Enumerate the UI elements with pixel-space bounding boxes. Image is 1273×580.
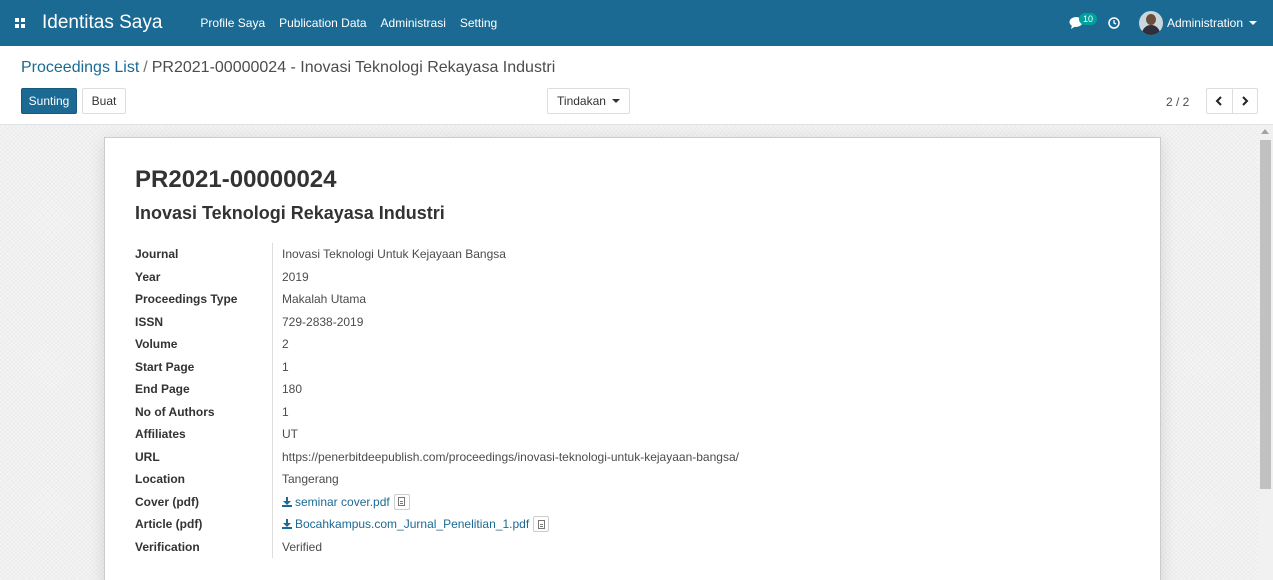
field-label: ISSN — [135, 314, 164, 329]
field-row-article-pdf: Article (pdf) Bocahkampus.com_Jurnal_Pen… — [135, 513, 1035, 536]
field-label: Location — [135, 472, 185, 487]
field-label: No of Authors — [135, 404, 215, 419]
avatar — [1138, 11, 1163, 35]
menu-setting[interactable]: Setting — [460, 16, 497, 30]
top-navbar: Identitas Saya Profile Saya Publication … — [0, 0, 1273, 46]
field-row-journal: Journal Inovasi Teknologi Untuk Kejayaan… — [135, 243, 1035, 266]
field-label: Year — [135, 269, 161, 284]
file-preview-icon[interactable] — [393, 493, 410, 510]
field-row-volume: Volume 2 — [135, 333, 1035, 356]
field-label: Cover (pdf) — [135, 494, 199, 509]
chevron-down-icon — [611, 99, 620, 103]
field-label: Volume — [135, 337, 178, 352]
menu-publication-data[interactable]: Publication Data — [279, 16, 366, 30]
field-label: Start Page — [135, 359, 195, 374]
field-row-verification: Verification Verified — [135, 535, 1035, 558]
field-row-year: Year 2019 — [135, 265, 1035, 288]
app-brand[interactable]: Identitas Saya — [42, 12, 162, 34]
breadcrumb-parent-link[interactable]: Proceedings List — [21, 59, 139, 76]
pager-buttons — [1206, 88, 1258, 114]
apps-menu-icon[interactable] — [0, 0, 40, 46]
activities-button[interactable] — [1097, 0, 1131, 46]
user-name: Administration — [1166, 16, 1243, 30]
scrollbar-thumb[interactable] — [1260, 140, 1271, 489]
field-label: URL — [135, 449, 160, 464]
field-value: UT — [282, 427, 298, 442]
breadcrumb: Proceedings List / PR2021-00000024 - Inova… — [21, 59, 555, 77]
messages-count-badge: 10 — [1078, 13, 1097, 25]
messages-button[interactable]: 10 — [1057, 0, 1097, 46]
record-title: Inovasi Teknologi Rekayasa Industri — [135, 203, 445, 223]
field-value: Verified — [282, 539, 323, 554]
breadcrumb-separator: / — [143, 59, 148, 76]
field-label: Proceedings Type — [135, 292, 238, 307]
article-file-name: Bocahkampus.com_Jurnal_Penelitian_1.pdf — [295, 517, 530, 532]
breadcrumb-current: PR2021-00000024 - Inovasi Teknologi Reka… — [151, 59, 556, 76]
cover-file-name: seminar cover.pdf — [295, 494, 390, 509]
field-row-cover-pdf: Cover (pdf) seminar cover.pdf — [135, 490, 1035, 513]
chevron-left-icon — [1215, 96, 1222, 106]
pager-value[interactable]: 2 / 2 — [1166, 95, 1189, 109]
field-label: End Page — [135, 382, 190, 397]
action-dropdown[interactable]: Tindakan — [547, 88, 630, 114]
field-value: 2019 — [282, 269, 309, 284]
field-value: Makalah Utama — [282, 292, 367, 307]
field-value: 180 — [282, 382, 303, 397]
field-row-location: Location Tangerang — [135, 468, 1035, 491]
chevron-down-icon — [1249, 21, 1257, 25]
field-value: 1 — [282, 404, 289, 419]
field-value: https://penerbitdeepublish.com/proceedin… — [282, 449, 739, 464]
article-download-link[interactable]: Bocahkampus.com_Jurnal_Penelitian_1.pdf — [282, 517, 529, 531]
action-dropdown-label: Tindakan — [557, 94, 606, 108]
field-label: Verification — [135, 539, 200, 554]
field-row-start-page: Start Page 1 — [135, 355, 1035, 378]
field-row-affiliates: Affiliates UT — [135, 423, 1035, 446]
field-list: Journal Inovasi Teknologi Untuk Kejayaan… — [135, 243, 1035, 558]
pager-previous-button[interactable] — [1207, 89, 1232, 113]
field-label: Affiliates — [135, 427, 186, 442]
field-row-end-page: End Page 180 — [135, 378, 1035, 401]
scroll-up-arrow-icon[interactable] — [1261, 129, 1269, 134]
file-preview-icon[interactable] — [533, 516, 550, 533]
chevron-right-icon — [1242, 96, 1249, 106]
pager-next-button[interactable] — [1231, 89, 1258, 113]
field-row-no-of-authors: No of Authors 1 — [135, 400, 1035, 423]
menu-administrasi[interactable]: Administrasi — [381, 16, 446, 30]
field-row-url: URL https://penerbitdeepublish.com/proce… — [135, 445, 1035, 468]
field-value: 1 — [282, 359, 289, 374]
download-icon — [282, 519, 292, 530]
field-value: 2 — [282, 337, 289, 352]
field-label: Journal — [135, 247, 179, 262]
create-button[interactable]: Buat — [82, 88, 126, 114]
field-row-proceedings-type: Proceedings Type Makalah Utama — [135, 288, 1035, 311]
record-code: PR2021-00000024 — [135, 166, 337, 193]
field-value: Tangerang — [282, 472, 339, 487]
field-value: Inovasi Teknologi Untuk Kejayaan Bangsa — [282, 247, 506, 262]
user-menu[interactable]: Administration — [1131, 0, 1273, 46]
field-value: 729-2838-2019 — [282, 314, 364, 329]
cover-download-link[interactable]: seminar cover.pdf — [282, 495, 390, 509]
field-row-issn: ISSN 729-2838-2019 — [135, 310, 1035, 333]
edit-button[interactable]: Sunting — [21, 88, 77, 114]
download-icon — [282, 496, 292, 507]
menu-profile-saya[interactable]: Profile Saya — [200, 16, 265, 30]
clock-icon — [1108, 17, 1120, 29]
field-label: Article (pdf) — [135, 517, 203, 532]
